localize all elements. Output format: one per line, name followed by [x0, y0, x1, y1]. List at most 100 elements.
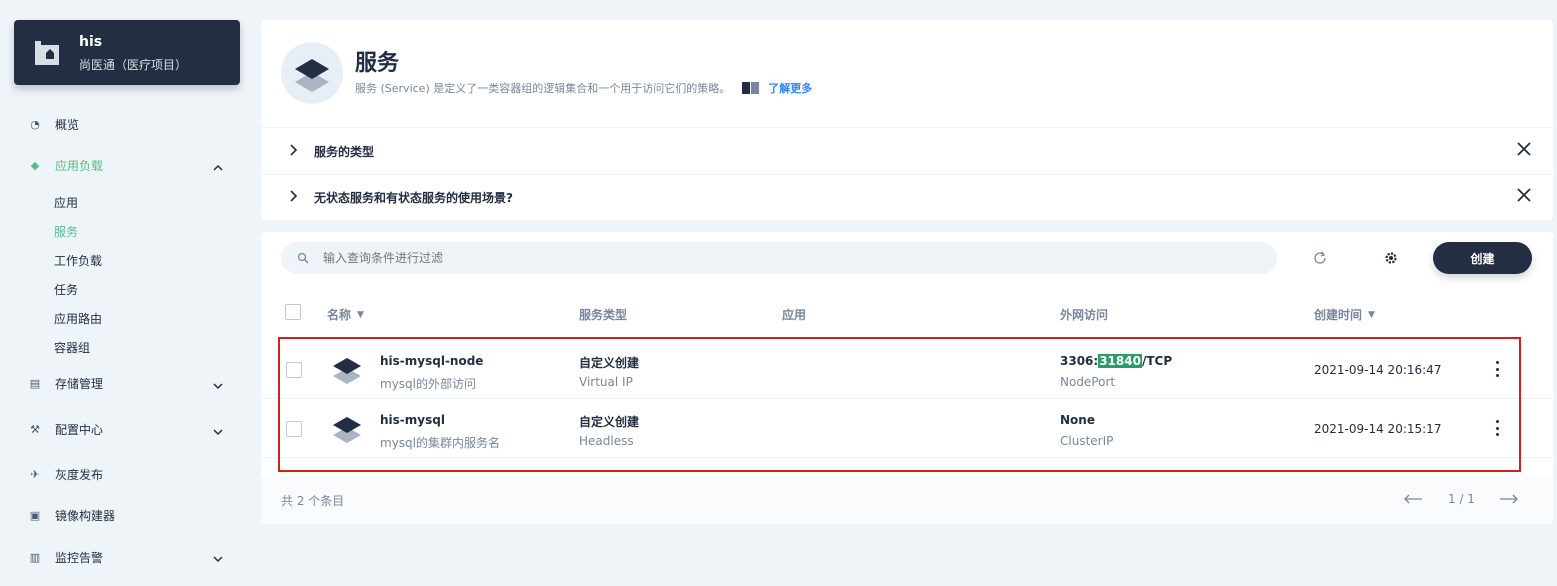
database-icon: ▤ [29, 376, 41, 390]
sidebar-subitem-workloads[interactable]: 工作负载 [54, 252, 102, 269]
sidebar-item-workloads[interactable]: ◆ 应用负载 [28, 155, 103, 175]
service-type-sub: Virtual IP [579, 375, 633, 389]
service-desc: mysql的外部访问 [380, 377, 476, 391]
create-button[interactable]: 创建 [1433, 242, 1532, 274]
more-actions-icon[interactable] [1495, 361, 1499, 377]
sidebar-item-label: 存储管理 [55, 376, 104, 391]
gear-icon[interactable] [1382, 249, 1400, 267]
service-logo-icon [281, 42, 343, 104]
table-header: 名称 ▼ 服务类型 应用 外网访问 创建时间 ▼ [261, 292, 1553, 336]
services-table-card: 创建 名称 ▼ 服务类型 应用 外网访问 创建时间 ▼ his-mysql-no… [261, 232, 1553, 524]
project-icon [35, 41, 59, 65]
service-name-link[interactable]: his-mysql-node [380, 354, 483, 368]
sidebar-item-label: 应用负载 [55, 158, 104, 173]
page-desc-text: 服务 (Service) 是定义了一类容器组的逻辑集合和一个用于访问它们的策略。 [355, 82, 731, 95]
page-title: 服务 [355, 51, 400, 76]
row-checkbox[interactable] [286, 362, 302, 378]
project-desc: 尚医通（医疗项目） [79, 58, 188, 72]
close-icon[interactable] [1517, 188, 1531, 206]
service-icon [333, 358, 361, 384]
column-name[interactable]: 名称 ▼ [327, 306, 364, 323]
sidebar-item-label: 灰度发布 [55, 467, 104, 482]
dashboard-icon: ◔ [30, 117, 40, 131]
chevron-down-icon[interactable] [212, 426, 224, 438]
table-row[interactable]: his-mysql-node mysql的外部访问 自定义创建 Virtual … [261, 340, 1553, 399]
chevron-right-icon [289, 143, 299, 159]
project-name: his [79, 34, 103, 50]
created-time: 2021-09-14 20:15:17 [1314, 422, 1442, 436]
column-label: 外网访问 [1060, 308, 1109, 322]
arrow-left-icon[interactable] [1403, 493, 1423, 505]
hammer-icon: ⚒ [30, 422, 40, 436]
tip-label: 无状态服务和有状态服务的使用场景? [314, 190, 513, 205]
column-type: 服务类型 [579, 306, 627, 323]
sidebar-item-config[interactable]: ⚒ 配置中心 [28, 419, 103, 439]
total-count: 共 2 个条目 [281, 494, 345, 508]
external-access: 3306:31840/TCP [1060, 354, 1172, 368]
table-row[interactable]: his-mysql mysql的集群内服务名 自定义创建 Headless No… [261, 399, 1553, 458]
column-label: 应用 [782, 308, 807, 322]
column-external-access: 外网访问 [1060, 306, 1108, 323]
column-label: 服务类型 [579, 308, 628, 322]
refresh-icon[interactable] [1311, 249, 1329, 267]
created-time: 2021-09-14 20:16:47 [1314, 363, 1442, 377]
row-checkbox[interactable] [286, 421, 302, 437]
sidebar-item-storage[interactable]: ▤ 存储管理 [28, 373, 103, 393]
more-actions-icon[interactable] [1495, 420, 1499, 436]
access-type: ClusterIP [1060, 434, 1114, 448]
sidebar-item-monitoring[interactable]: ▥ 监控告警 [28, 547, 103, 567]
access-type: NodePort [1060, 375, 1116, 389]
chevron-down-icon[interactable] [212, 380, 224, 392]
column-label: 创建时间 [1314, 308, 1363, 322]
service-type-sub: Headless [579, 434, 634, 448]
column-created[interactable]: 创建时间 ▼ [1314, 306, 1375, 323]
layers-icon: ◆ [30, 158, 40, 172]
access-protocol: /TCP [1141, 354, 1173, 368]
search-icon [297, 252, 309, 264]
sidebar-subitem-services[interactable]: 服务 [54, 223, 78, 240]
book-icon [742, 82, 760, 94]
sidebar-subitem-apps[interactable]: 应用 [54, 194, 78, 211]
tip-stateless-stateful[interactable]: 无状态服务和有状态服务的使用场景? [261, 174, 1553, 220]
page-indicator: 1 / 1 [1448, 492, 1475, 506]
sidebar-subitem-pods[interactable]: 容器组 [54, 339, 90, 356]
image-builder-icon: ▣ [29, 508, 41, 522]
chevron-right-icon [289, 189, 299, 205]
sort-down-icon: ▼ [357, 309, 364, 320]
sidebar-item-image-builder[interactable]: ▣ 镜像构建器 [28, 505, 115, 525]
access-port: None [1060, 413, 1095, 427]
bird-icon: ✈ [30, 467, 40, 481]
search-bar[interactable] [281, 242, 1277, 274]
access-port: 3306: [1060, 354, 1099, 368]
sidebar-item-label: 配置中心 [55, 422, 104, 437]
service-type: 自定义创建 [579, 415, 640, 429]
table-footer: 共 2 个条目 1 / 1 [261, 476, 1553, 524]
close-icon[interactable] [1517, 142, 1531, 160]
sidebar-subitem-routes[interactable]: 应用路由 [54, 310, 102, 327]
column-label: 名称 [327, 308, 352, 322]
arrow-right-icon[interactable] [1499, 493, 1519, 505]
sidebar-item-grayscale[interactable]: ✈ 灰度发布 [28, 464, 103, 484]
search-input[interactable] [323, 251, 1023, 265]
page-description: 服务 (Service) 是定义了一类容器组的逻辑集合和一个用于访问它们的策略。… [355, 80, 812, 96]
select-all-checkbox[interactable] [285, 304, 301, 320]
column-app: 应用 [782, 306, 806, 323]
tip-service-types[interactable]: 服务的类型 [261, 128, 1553, 174]
chevron-up-icon[interactable] [212, 162, 224, 174]
nodeport-highlight: 31840 [1098, 354, 1142, 368]
sidebar-item-label: 概览 [55, 117, 80, 132]
learn-more-link[interactable]: 了解更多 [768, 80, 812, 96]
tip-label: 服务的类型 [314, 144, 375, 159]
sidebar-item-overview[interactable]: ◔ 概览 [28, 114, 79, 134]
page-header-card: 服务 服务 (Service) 是定义了一类容器组的逻辑集合和一个用于访问它们的… [261, 20, 1553, 220]
sidebar-item-label: 镜像构建器 [55, 508, 116, 523]
sidebar-subitem-jobs[interactable]: 任务 [54, 281, 78, 298]
sidebar-item-label: 监控告警 [55, 550, 104, 565]
table-toolbar: 创建 [261, 232, 1553, 286]
service-icon [333, 417, 361, 443]
chevron-down-icon[interactable] [212, 553, 224, 565]
external-access: None [1060, 413, 1095, 427]
sort-down-icon: ▼ [1368, 309, 1375, 320]
service-name-link[interactable]: his-mysql [380, 413, 445, 427]
project-switcher[interactable]: his 尚医通（医疗项目） [14, 20, 240, 85]
